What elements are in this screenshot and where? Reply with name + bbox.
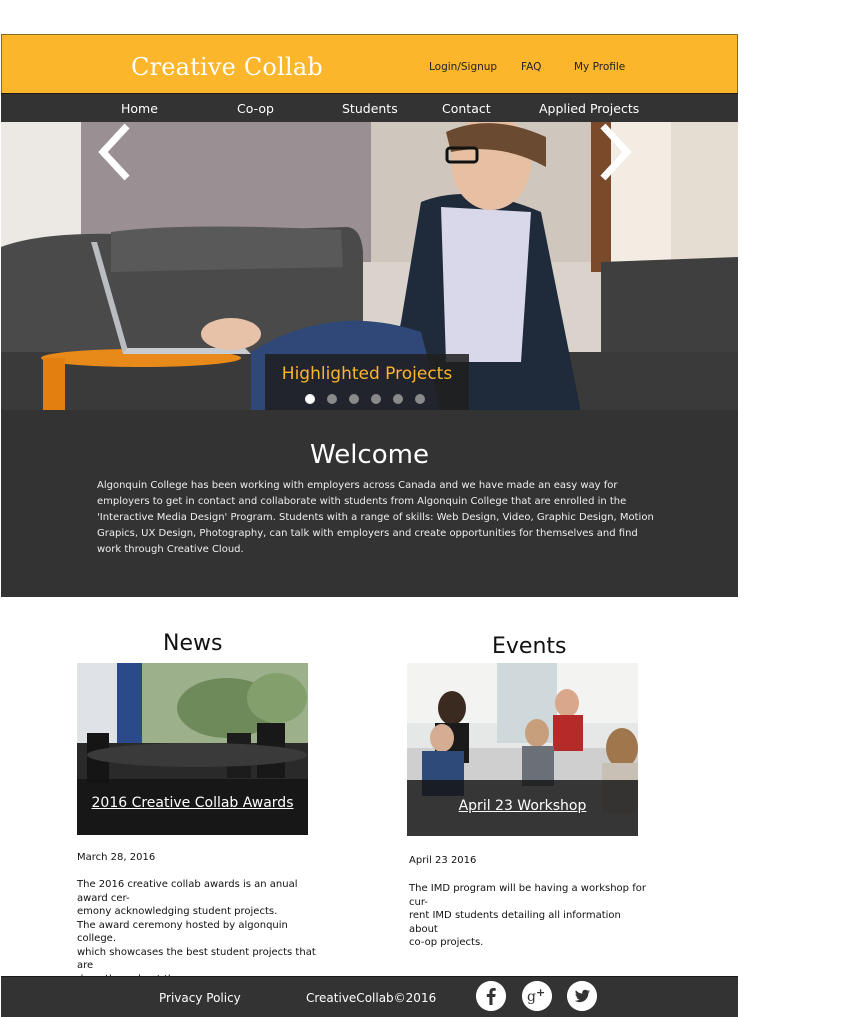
events-link[interactable]: April 23 Workshop	[407, 798, 638, 814]
news-date: March 28, 2016	[77, 852, 156, 863]
google-plus-icon[interactable]: g +	[522, 981, 552, 1011]
privacy-policy-link[interactable]: Privacy Policy	[159, 991, 241, 1005]
events-date: April 23 2016	[409, 855, 477, 866]
my-profile-link[interactable]: My Profile	[574, 61, 625, 73]
events-body-line: The IMD program will be having a worksho…	[409, 883, 646, 908]
events-body-line: rent IMD students detailing all informat…	[409, 910, 621, 935]
nav-item-students[interactable]: Students	[342, 101, 398, 116]
twitter-icon[interactable]	[567, 981, 597, 1011]
slide-caption-title[interactable]: Highlighted Projects	[265, 364, 469, 384]
news-card-overlay: 2016 Creative Collab Awards	[77, 779, 308, 835]
events-body-line: co-op projects.	[409, 937, 484, 948]
copyright-text: CreativeCollab©2016	[306, 991, 437, 1005]
events-card-overlay: April 23 Workshop	[407, 780, 638, 836]
slide-dot[interactable]	[371, 394, 381, 404]
events-body: The IMD program will be having a worksho…	[409, 882, 649, 950]
login-signup-link[interactable]: Login/Signup	[429, 61, 497, 73]
svg-text:g: g	[527, 989, 536, 1005]
facebook-icon[interactable]	[476, 981, 506, 1011]
faq-link[interactable]: FAQ	[521, 61, 541, 73]
slide-dot[interactable]	[393, 394, 403, 404]
slide-dot[interactable]	[305, 394, 315, 404]
welcome-title: Welcome	[310, 440, 429, 470]
news-body: The 2016 creative collab awards is an an…	[77, 878, 317, 986]
site-logo[interactable]: Creative Collab	[131, 53, 323, 81]
events-card[interactable]: April 23 Workshop	[407, 663, 638, 836]
prev-slide-arrow-icon[interactable]	[93, 122, 133, 182]
nav-item-applied-projects[interactable]: Applied Projects	[539, 101, 639, 116]
slide-caption: Highlighted Projects	[265, 354, 469, 410]
header: Creative Collab Login/Signup FAQ My Prof…	[1, 34, 738, 93]
events-title: Events	[492, 634, 567, 659]
news-card[interactable]: 2016 Creative Collab Awards	[77, 663, 308, 835]
welcome-section: Welcome Algonquin College has been worki…	[1, 410, 738, 597]
news-body-line: emony acknowledging student projects.	[77, 906, 278, 917]
news-link[interactable]: 2016 Creative Collab Awards	[77, 795, 308, 811]
footer: Privacy Policy CreativeCollab©2016 g +	[1, 976, 738, 1017]
welcome-text: Algonquin College has been working with …	[97, 480, 654, 555]
nav-item-coop[interactable]: Co-op	[237, 101, 274, 116]
nav-item-home[interactable]: Home	[121, 101, 158, 116]
svg-text:+: +	[536, 986, 545, 999]
nav-item-contact[interactable]: Contact	[442, 101, 491, 116]
main-nav: Home Co-op Students Contact Applied Proj…	[1, 93, 738, 123]
news-body-line: The 2016 creative collab awards is an an…	[77, 879, 298, 904]
slide-dot[interactable]	[415, 394, 425, 404]
hero-slider: Highlighted Projects	[1, 122, 738, 410]
next-slide-arrow-icon[interactable]	[597, 122, 637, 182]
slide-dot[interactable]	[327, 394, 337, 404]
slide-dot[interactable]	[349, 394, 359, 404]
news-title: News	[163, 631, 223, 656]
news-body-line: which showcases the best student project…	[77, 946, 316, 972]
news-body-line: The award ceremony hosted by algonquin c…	[77, 919, 288, 945]
